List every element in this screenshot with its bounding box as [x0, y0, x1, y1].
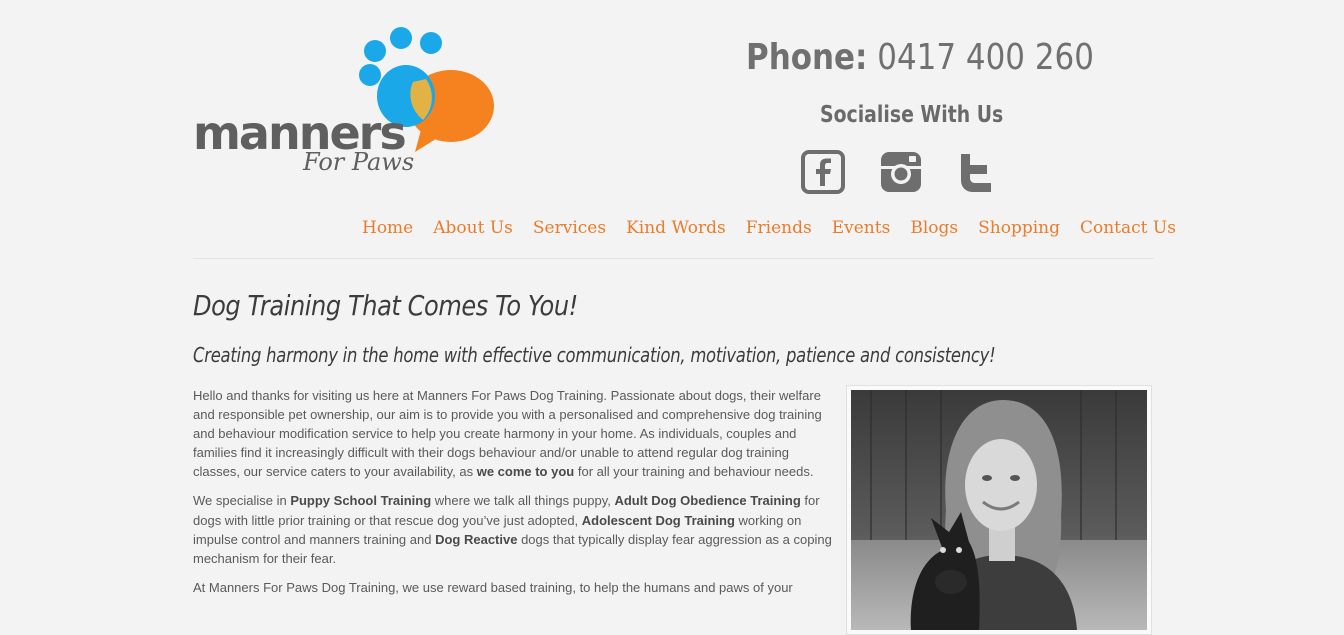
phone-value: 0417 400 260 — [877, 37, 1094, 78]
socialise-heading: Socialise With Us — [820, 102, 1004, 128]
header-divider — [193, 258, 1154, 259]
nav-about-us[interactable]: About Us — [423, 216, 523, 240]
nav-home[interactable]: Home — [352, 216, 423, 240]
main-nav: Home About Us Services Kind Words Friend… — [352, 216, 1186, 240]
nav-events[interactable]: Events — [822, 216, 901, 240]
nav-shopping[interactable]: Shopping — [968, 216, 1070, 240]
site-logo[interactable]: manners For Paws — [193, 24, 498, 184]
intro-paragraph-2: We specialise in Puppy School Training w… — [193, 493, 832, 566]
nav-contact-us[interactable]: Contact Us — [1070, 216, 1186, 240]
logo-tagline: For Paws — [303, 148, 415, 176]
page-title: Dog Training That Comes To You! — [193, 289, 578, 322]
instagram-icon[interactable] — [879, 150, 923, 194]
facebook-icon[interactable] — [801, 150, 845, 194]
phone-number[interactable]: Phone: 0417 400 260 — [746, 37, 1094, 78]
intro-paragraph-3: At Manners For Paws Dog Training, we use… — [193, 579, 793, 595]
twitter-icon[interactable] — [957, 150, 1001, 194]
trainer-with-dog-photo — [851, 390, 1147, 630]
nav-friends[interactable]: Friends — [736, 216, 822, 240]
trainer-photo-frame — [846, 385, 1152, 635]
nav-kind-words[interactable]: Kind Words — [616, 216, 736, 240]
intro-content: Hello and thanks for visiting us here at… — [193, 386, 838, 607]
intro-paragraph-1: Hello and thanks for visiting us here at… — [193, 388, 822, 480]
page-subtitle: Creating harmony in the home with effect… — [193, 343, 996, 367]
phone-label: Phone: — [746, 37, 868, 78]
nav-services[interactable]: Services — [523, 216, 616, 240]
nav-blogs[interactable]: Blogs — [900, 216, 968, 240]
